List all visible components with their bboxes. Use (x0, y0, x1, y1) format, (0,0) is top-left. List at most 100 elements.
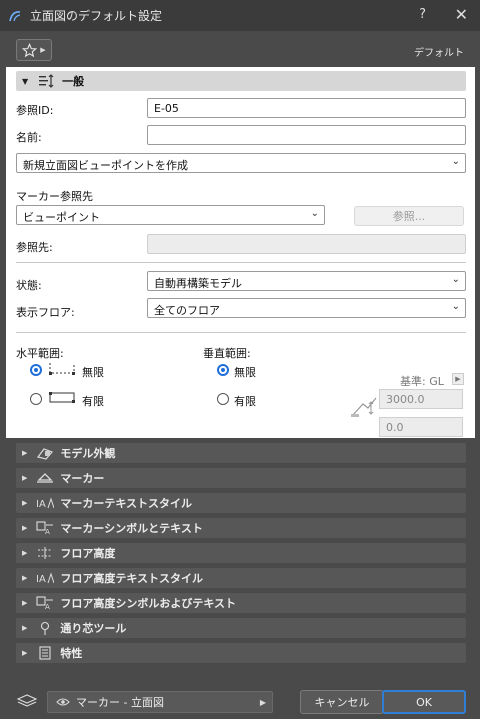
display-floor-select[interactable]: 全てのフロア ⌄ (147, 298, 466, 318)
section-floor-level-text-style[interactable]: ▶ IA フロア高度テキストスタイル (16, 568, 466, 588)
horizontal-range-label: 水平範囲: (16, 347, 64, 360)
v-limited-radio[interactable] (217, 393, 229, 405)
general-panel: ▼ 一般 参照ID: E-05 名前: 新規立面図ビューポイントを作成 ⌄ マー… (6, 67, 475, 438)
marker-ref-label: マーカー参照先 (16, 190, 93, 203)
svg-text:A: A (45, 603, 50, 610)
eye-icon (56, 698, 70, 706)
section-properties[interactable]: ▶ 特性 (16, 643, 466, 663)
separator (16, 262, 466, 263)
model-appearance-icon (37, 448, 54, 460)
section-label: マーカーテキストスタイル (60, 497, 193, 510)
display-floor-select-value: 全てのフロア (154, 304, 220, 317)
display-floor-label: 表示フロア: (16, 306, 75, 319)
chevron-down-icon: ⌄ (451, 274, 460, 285)
section-label: モデル外観 (60, 447, 116, 460)
section-marker-symbol-text[interactable]: ▶ A マーカーシンボルとテキスト (16, 518, 466, 538)
general-section-header[interactable]: ▼ 一般 (16, 71, 466, 91)
general-settings-icon (39, 74, 54, 88)
viewpoint-select[interactable]: 新規立面図ビューポイントを作成 ⌄ (16, 153, 466, 173)
properties-icon (39, 646, 51, 660)
separator (16, 332, 466, 333)
section-model-appearance[interactable]: ▶ モデル外観 (16, 443, 466, 463)
v-unlimited-radio[interactable] (217, 364, 229, 376)
name-input[interactable] (147, 125, 466, 145)
h-limited-label: 有限 (82, 395, 104, 408)
cancel-button[interactable]: キャンセル (300, 690, 384, 714)
name-label: 名前: (16, 131, 42, 144)
chevron-down-icon: ▼ (22, 76, 29, 86)
layer-select[interactable]: マーカー - 立面図 ▶ (47, 691, 273, 713)
svg-text:IA: IA (36, 574, 46, 585)
v-limited-label: 有限 (234, 395, 256, 408)
upper-limit-input[interactable]: 3000.0 (379, 389, 463, 409)
chevron-right-icon: ▶ (22, 599, 28, 607)
vertical-range-icon (351, 397, 377, 417)
marker-ref-select[interactable]: ビューポイント ⌄ (16, 205, 325, 225)
chevron-right-icon: ▶ (22, 474, 28, 482)
section-label: フロア高度シンボルおよびテキスト (60, 597, 237, 610)
marker-text-style-icon: IA (36, 497, 55, 510)
ref-target-input[interactable] (147, 234, 466, 254)
status-select[interactable]: 自動再構築モデル ⌄ (147, 271, 466, 291)
section-marker[interactable]: ▶ マーカー (16, 468, 466, 488)
status-label: 状態: (16, 279, 42, 292)
svg-text:IA: IA (36, 499, 46, 510)
horizontal-limited-icon (49, 392, 75, 403)
browse-button[interactable]: 参照... (354, 206, 464, 226)
chevron-right-icon: ▶ (22, 524, 28, 532)
window-title: 立面図のデフォルト設定 (30, 9, 163, 23)
star-icon (22, 42, 38, 57)
grid-tool-icon (41, 621, 50, 635)
v-unlimited-label: 無限 (234, 366, 256, 379)
chevron-right-icon: ▶ (22, 624, 28, 632)
section-label: マーカーシンボルとテキスト (60, 522, 203, 535)
lower-limit-input[interactable]: 0.0 (379, 417, 463, 437)
archicad-icon (9, 10, 21, 21)
section-marker-text-style[interactable]: ▶ IA マーカーテキストスタイル (16, 493, 466, 513)
section-label: 通り芯ツール (60, 622, 127, 635)
ref-id-input[interactable]: E-05 (147, 98, 466, 118)
horizontal-unlimited-icon (49, 363, 75, 375)
status-select-value: 自動再構築モデル (154, 277, 242, 290)
chevron-right-icon: ▶ (22, 574, 28, 582)
chevron-down-icon: ⌄ (310, 208, 319, 219)
h-unlimited-radio[interactable] (30, 364, 42, 376)
marker-icon (37, 473, 54, 483)
section-label: フロア高度テキストスタイル (60, 572, 204, 585)
svg-text:A: A (45, 528, 50, 535)
section-floor-level[interactable]: ▶ フロア高度 (16, 543, 466, 563)
favorites-bar: ▶ デフォルト (0, 31, 480, 67)
chevron-down-icon: ⌄ (451, 156, 460, 167)
general-section-label: 一般 (62, 75, 85, 88)
section-floor-level-symbol-text[interactable]: ▶ A フロア高度シンボルおよびテキスト (16, 593, 466, 613)
floor-level-text-icon: IA (36, 572, 55, 585)
floor-level-icon (38, 547, 53, 559)
dialog-footer: マーカー - 立面図 ▶ キャンセル OK (0, 685, 480, 719)
close-button[interactable]: ✕ (455, 5, 468, 24)
help-button[interactable]: ? (419, 7, 426, 22)
base-level-button[interactable]: ▶ (452, 373, 464, 385)
section-grid-tool[interactable]: ▶ 通り芯ツール (16, 618, 466, 638)
chevron-right-icon: ▶ (22, 649, 28, 657)
layer-select-value: マーカー - 立面図 (76, 696, 164, 709)
section-label: マーカー (60, 472, 105, 485)
marker-symbol-icon: A (36, 521, 54, 535)
ok-button[interactable]: OK (382, 690, 466, 714)
viewpoint-select-value: 新規立面図ビューポイントを作成 (23, 159, 188, 172)
section-label: フロア高度 (60, 547, 116, 560)
chevron-down-icon: ⌄ (451, 301, 460, 312)
marker-ref-select-value: ビューポイント (23, 211, 100, 224)
floor-level-symbol-icon: A (36, 596, 54, 610)
section-label: 特性 (60, 647, 83, 660)
default-label: デフォルト (414, 48, 464, 59)
chevron-right-icon: ▶ (40, 46, 46, 54)
chevron-right-icon: ▶ (22, 449, 28, 457)
vertical-range-label: 垂直範囲: (203, 347, 251, 360)
h-unlimited-label: 無限 (82, 366, 104, 379)
favorites-button[interactable]: ▶ (16, 39, 52, 61)
h-limited-radio[interactable] (30, 393, 42, 405)
ref-target-label: 参照先: (16, 241, 53, 254)
chevron-right-icon: ▶ (22, 549, 28, 557)
chevron-right-icon: ▶ (22, 499, 28, 507)
ref-id-label: 参照ID: (16, 104, 54, 117)
